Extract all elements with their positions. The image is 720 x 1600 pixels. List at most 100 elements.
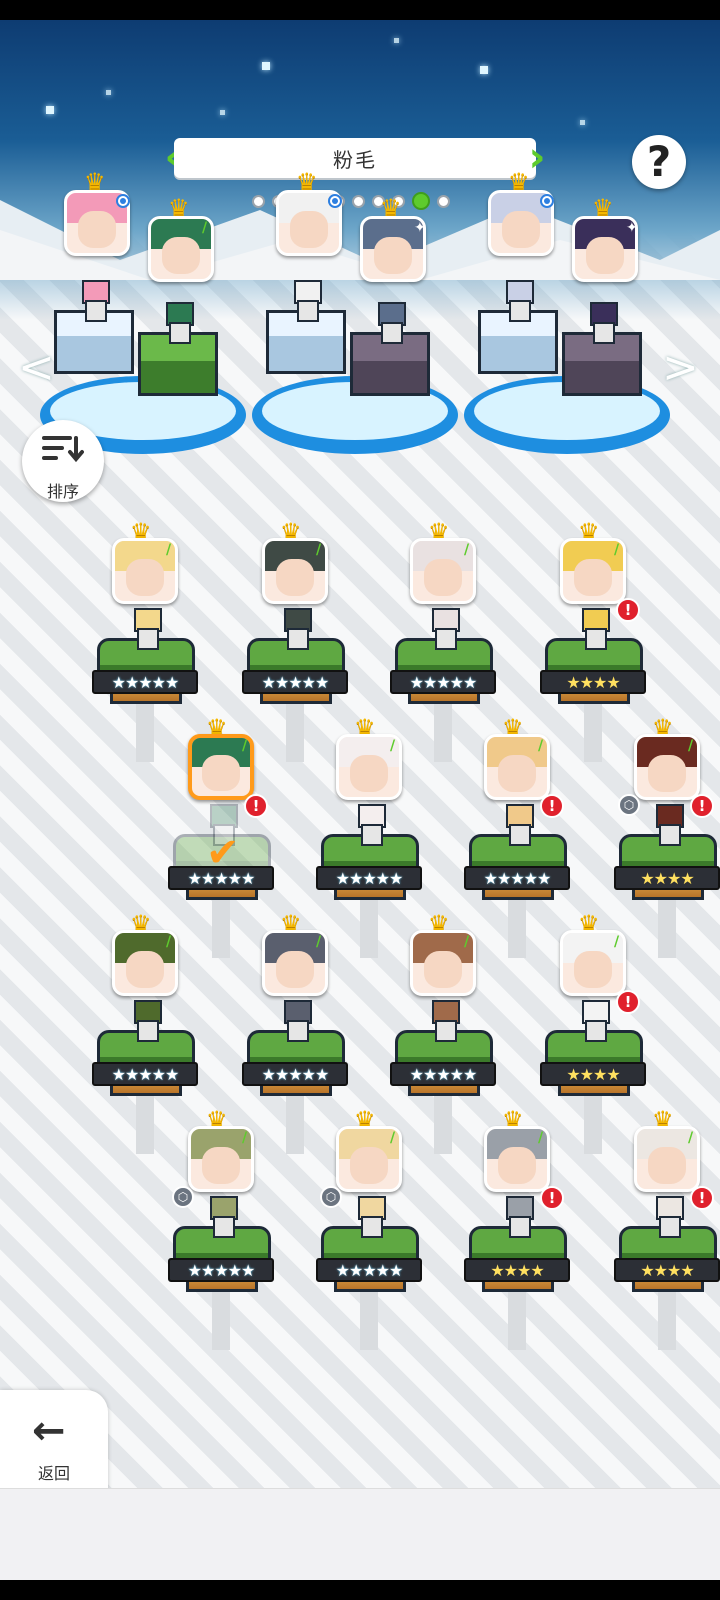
portrait-face — [497, 755, 537, 793]
leaf-icon: / — [202, 220, 208, 236]
portrait-face — [125, 951, 165, 989]
sprite-body — [213, 1216, 235, 1238]
roster-character[interactable]: ★★★★★ ♛ / — [242, 912, 352, 1154]
sprite-body — [169, 322, 191, 344]
pixel-sprite — [160, 302, 196, 344]
portrait-face — [161, 237, 201, 275]
leaf-icon: / — [166, 934, 172, 950]
leaf-icon: / — [390, 738, 396, 754]
portrait-face — [349, 1147, 389, 1185]
platform-pole — [212, 1290, 230, 1350]
dark-element-icon: ✦ — [626, 220, 638, 236]
leaf-icon: / — [614, 542, 620, 558]
star-rating: ★★★★★ — [168, 1258, 274, 1282]
portrait-face — [647, 755, 687, 793]
element-badge-icon — [540, 194, 554, 208]
page-dot[interactable] — [437, 194, 450, 208]
portrait-face — [289, 211, 329, 249]
sprite-body — [659, 824, 681, 846]
portrait-face — [201, 1147, 241, 1185]
platform-pole — [658, 898, 676, 958]
pixel-sprite — [426, 608, 462, 650]
roster-character[interactable]: ★★★★★ ♛ / ⬡ — [316, 1108, 426, 1350]
pixel-sprite — [278, 608, 314, 650]
page-dot[interactable] — [412, 192, 430, 210]
pixel-sprite — [576, 608, 612, 650]
sprite-body — [85, 300, 107, 322]
pixel-sprite — [584, 302, 620, 344]
star-rating: ★★★★★ — [390, 670, 496, 694]
portrait-face — [202, 755, 240, 792]
portrait-face — [77, 211, 117, 249]
footer-bar — [0, 1488, 720, 1580]
roster-character[interactable]: ★★★★★ ♛ /! — [464, 716, 574, 958]
portrait-face — [585, 237, 625, 275]
roster-character[interactable]: ★★★★★ ♛ / — [242, 520, 352, 762]
sprite-body — [509, 300, 531, 322]
platform-pole — [286, 702, 304, 762]
sort-label: 排序 — [46, 482, 79, 501]
roster-character[interactable]: ★★★★★ ♛ / — [92, 520, 202, 762]
roster-character[interactable]: ★★★★★ ♛ / — [390, 912, 500, 1154]
roster-character[interactable]: ★★★★★ ♛ / ⬡ — [168, 1108, 278, 1350]
roster-character[interactable]: ★★★★ ♛ /! — [540, 912, 650, 1154]
page-dot[interactable] — [252, 194, 265, 208]
back-button[interactable]: ← 返回 — [0, 1390, 108, 1490]
page-dot[interactable] — [352, 194, 365, 208]
star-rating: ★★★★★ — [92, 670, 198, 694]
roster-character[interactable]: ★★★★★ ♛ / — [92, 912, 202, 1154]
leaf-icon: / — [464, 542, 470, 558]
leaf-icon: / — [688, 738, 694, 754]
sort-button[interactable]: 排序 — [22, 420, 104, 502]
alert-icon: ! — [540, 794, 564, 818]
roster-character[interactable]: ★★★★ ♛ /! — [464, 1108, 574, 1350]
roster-character[interactable]: ★★★★★ ♛ / — [390, 520, 500, 762]
roster-character[interactable]: ★★★★ ♛ /! — [540, 520, 650, 762]
sort-icon — [42, 436, 84, 463]
star-rating: ★★★★★ — [464, 866, 570, 890]
help-button[interactable]: ? — [632, 135, 686, 189]
platform-pole — [584, 1094, 602, 1154]
star-rating: ★★★★★ — [390, 1062, 496, 1086]
leaf-icon: / — [316, 934, 322, 950]
star-rating: ★★★★★ — [242, 1062, 348, 1086]
scroll-left-arrow-icon[interactable]: < — [18, 342, 55, 393]
sprite-body — [361, 824, 383, 846]
platform-pole — [136, 1094, 154, 1154]
team-name[interactable]: 粉毛 — [174, 138, 536, 178]
star-rating: ★★★★★ — [92, 1062, 198, 1086]
element-badge-icon — [328, 194, 342, 208]
portrait-face — [647, 1147, 687, 1185]
pixel-sprite — [500, 1196, 536, 1238]
star-rating: ★★★★ — [464, 1258, 570, 1282]
alert-icon: ! — [690, 1186, 714, 1210]
portrait-face — [275, 951, 315, 989]
platform-pole — [508, 898, 526, 958]
star-sparkle — [46, 106, 54, 114]
platform-pole — [286, 1094, 304, 1154]
platform-pole — [434, 702, 452, 762]
pixel-sprite — [426, 1000, 462, 1042]
leaf-icon: / — [538, 738, 544, 754]
roster-character[interactable]: ★★★★ ♛ /! ⬡ — [614, 716, 720, 958]
leaf-icon: / — [316, 542, 322, 558]
selected-check-icon: ✔ — [206, 830, 240, 876]
scroll-right-arrow-icon[interactable]: > — [662, 342, 699, 393]
roster-character[interactable]: ★★★★★ ♛ / — [316, 716, 426, 958]
alert-icon: ! — [616, 990, 640, 1014]
pixel-sprite — [500, 804, 536, 846]
leaf-icon: / — [614, 934, 620, 950]
roster-character[interactable]: ★★★★★ ♛ /! ✔ — [168, 716, 278, 958]
sprite-body — [585, 628, 607, 650]
team-title-bar: ‹ 粉毛 › — [160, 136, 550, 182]
star-rating: ★★★★ — [540, 670, 646, 694]
roster-character[interactable]: ★★★★ ♛ /! — [614, 1108, 720, 1350]
leaf-icon: / — [166, 542, 172, 558]
sprite-body — [361, 1216, 383, 1238]
pixel-sprite — [500, 280, 536, 322]
sprite-body — [297, 300, 319, 322]
leaf-icon: / — [464, 934, 470, 950]
star-rating: ★★★★ — [614, 1258, 720, 1282]
star-sparkle — [262, 62, 270, 70]
star-sparkle — [220, 110, 225, 115]
